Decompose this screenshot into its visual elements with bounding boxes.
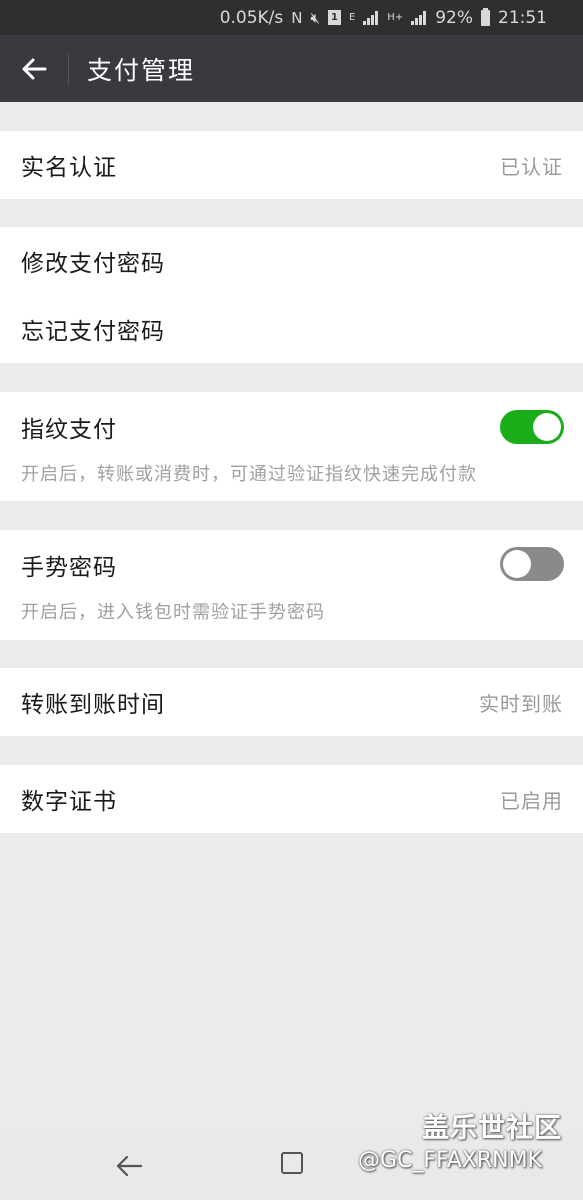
real-name-row[interactable]: 实名认证 已认证 <box>0 131 583 199</box>
transfer-time-row[interactable]: 转账到账时间 实时到账 <box>0 668 583 736</box>
real-name-status: 已认证 <box>500 154 563 179</box>
fingerprint-description: 开启后，转账或消费时，可通过验证指纹快速完成付款 <box>21 464 477 485</box>
nfc-icon: N <box>291 8 303 27</box>
mute-icon: 🔇︎ <box>310 8 320 27</box>
page-title: 支付管理 <box>87 55 196 85</box>
certificate-row[interactable]: 数字证书 已启用 <box>0 765 583 833</box>
toggle-knob <box>533 413 561 441</box>
fingerprint-label: 指纹支付 <box>21 417 117 443</box>
back-button[interactable] <box>0 35 68 102</box>
signal-icon <box>363 10 379 25</box>
watermark-user: @GC_FFAXRNMK <box>358 1148 542 1173</box>
fingerprint-row: 指纹支付 <box>0 392 583 462</box>
forgot-password-label: 忘记支付密码 <box>21 319 165 345</box>
arrow-left-icon <box>22 58 47 79</box>
group-fingerprint: 指纹支付 开启后，转账或消费时，可通过验证指纹快速完成付款 <box>0 392 583 501</box>
group-transfer: 转账到账时间 实时到账 <box>0 668 583 736</box>
fingerprint-toggle[interactable] <box>500 410 564 444</box>
certificate-label: 数字证书 <box>21 789 117 815</box>
gesture-toggle[interactable] <box>500 547 564 581</box>
watermark-site: 盖乐世社区 <box>422 1113 562 1144</box>
network-speed: 0.05K/s <box>219 7 284 28</box>
status-bar: 0.05K/s N 🔇︎ 1 E H+ 92% 21:51 <box>0 0 583 35</box>
gesture-description: 开启后，进入钱包时需验证手势密码 <box>21 602 325 623</box>
clock: 21:51 <box>498 7 547 28</box>
transfer-time-value: 实时到账 <box>479 691 563 716</box>
gesture-label: 手势密码 <box>21 555 117 581</box>
network-type-hplus: H+ <box>387 12 404 23</box>
title-divider <box>68 53 69 84</box>
gesture-row: 手势密码 <box>0 530 583 600</box>
signal-icon-2 <box>411 10 427 25</box>
sim-icon: 1 <box>327 10 341 25</box>
real-name-label: 实名认证 <box>21 155 117 181</box>
group-password: 修改支付密码 忘记支付密码 <box>0 227 583 363</box>
battery-icon <box>481 7 490 26</box>
nav-recent-apps-icon[interactable] <box>281 1152 303 1174</box>
title-bar: 支付管理 <box>0 35 583 102</box>
group-gesture: 手势密码 开启后，进入钱包时需验证手势密码 <box>0 530 583 640</box>
battery-percent: 92% <box>435 7 473 28</box>
network-type-e: E <box>348 12 356 23</box>
change-password-label: 修改支付密码 <box>21 251 165 277</box>
forgot-password-row[interactable]: 忘记支付密码 <box>0 295 583 363</box>
change-password-row[interactable]: 修改支付密码 <box>0 227 583 295</box>
group-identity: 实名认证 已认证 <box>0 131 583 199</box>
group-certificate: 数字证书 已启用 <box>0 765 583 833</box>
transfer-time-label: 转账到账时间 <box>21 692 165 718</box>
nav-back-icon[interactable] <box>115 1152 143 1180</box>
toggle-knob <box>503 550 531 578</box>
certificate-status: 已启用 <box>500 788 563 813</box>
